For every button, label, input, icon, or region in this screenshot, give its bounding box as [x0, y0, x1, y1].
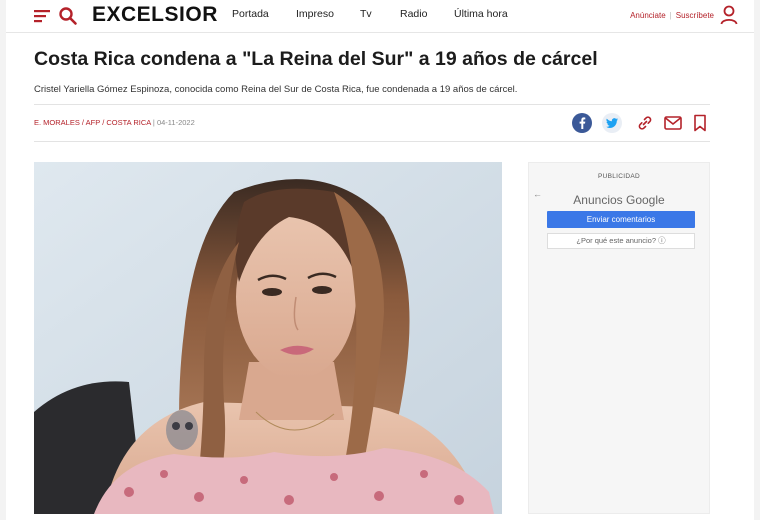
ad-panel: PUBLICIDAD ← Anuncios Google Enviar come… [528, 162, 710, 514]
article-headline: Costa Rica condena a "La Reina del Sur" … [34, 48, 598, 70]
divider [34, 141, 710, 142]
anunciate-link[interactable]: Anúnciate [630, 11, 666, 20]
why-this-ad-button[interactable]: ¿Por qué este anuncio? ⓘ [547, 233, 695, 249]
search-icon[interactable] [58, 6, 78, 26]
page: EXCELSIOR Portada Impreso Tv Radio Últim… [0, 0, 760, 520]
nav-portada[interactable]: Portada [232, 8, 269, 20]
nav-radio[interactable]: Radio [400, 8, 427, 20]
send-feedback-button[interactable]: Enviar comentarios [547, 211, 695, 228]
divider [34, 104, 710, 105]
suscribete-link[interactable]: Suscríbete [676, 11, 714, 20]
facebook-share-button[interactable] [572, 113, 592, 133]
header-separator: | [669, 11, 672, 20]
site-logo[interactable]: EXCELSIOR [92, 3, 218, 27]
email-share-icon[interactable] [664, 116, 682, 130]
user-icon[interactable] [720, 5, 738, 25]
nav-tv[interactable]: Tv [360, 8, 372, 20]
article-date: 04-11-2022 [156, 118, 195, 127]
byline-authors[interactable]: E. MORALES / AFP / COSTA RICA [34, 118, 151, 127]
ad-label: PUBLICIDAD [597, 173, 640, 180]
nav-impreso[interactable]: Impreso [296, 8, 334, 20]
twitter-icon [606, 118, 618, 128]
site-header: EXCELSIOR Portada Impreso Tv Radio Últim… [6, 0, 754, 32]
header-divider [6, 32, 754, 33]
ad-title: Anuncios Google [573, 193, 665, 207]
bookmark-icon[interactable] [693, 114, 707, 132]
facebook-icon [579, 117, 586, 129]
copy-link-icon[interactable] [636, 114, 654, 132]
header-actions: Anúnciate | Suscríbete [630, 11, 714, 20]
portrait-illustration [34, 162, 502, 514]
article-byline: E. MORALES / AFP / COSTA RICA | 04-11-20… [34, 118, 195, 127]
article-lede: Cristel Yariella Gómez Espinoza, conocid… [34, 84, 518, 95]
article-photo [34, 162, 502, 514]
twitter-share-button[interactable] [602, 113, 622, 133]
nav-ultima-hora[interactable]: Última hora [454, 8, 508, 20]
menu-icon[interactable] [34, 9, 50, 23]
